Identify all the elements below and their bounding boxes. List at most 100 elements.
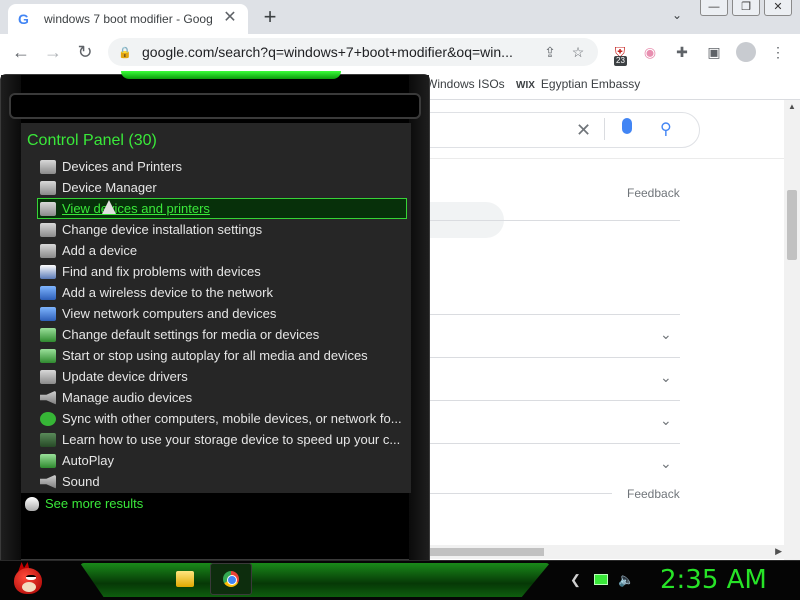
wix-icon: WIX (516, 80, 535, 91)
sync-icon (40, 411, 56, 426)
horizontal-scrollbar[interactable]: ▶ (430, 545, 784, 559)
close-window-button[interactable]: ✕ (764, 0, 792, 16)
tab-close-icon[interactable]: ✕ (222, 10, 238, 27)
start-menu-frame-left (1, 75, 21, 561)
result-item[interactable]: Manage audio devices (37, 387, 407, 408)
result-item[interactable]: Sync with other computers, mobile device… (37, 408, 407, 429)
google-search-box[interactable] (400, 112, 700, 148)
result-item-label: Start or stop using autoplay for all med… (62, 348, 368, 363)
result-item[interactable]: Device Manager (37, 177, 407, 198)
browser-titlebar: G windows 7 boot modifier - Goog ✕ + ⌄ —… (0, 0, 800, 34)
volume-icon[interactable]: 🔈 (618, 572, 634, 588)
taskbar-clock[interactable]: 2:35 AM (660, 565, 767, 595)
result-item[interactable]: View network computers and devices (37, 303, 407, 324)
device-icon (40, 180, 56, 195)
browser-tab[interactable]: G windows 7 boot modifier - Goog ✕ (8, 4, 248, 34)
device-icon (40, 222, 56, 237)
window-controls: — ❐ ✕ (700, 0, 792, 16)
menu-kebab-icon[interactable]: ⋮ (768, 42, 788, 62)
faq-divider (430, 400, 680, 401)
result-item-label: View devices and printers (62, 201, 210, 216)
back-arrow-icon[interactable]: ← (10, 41, 32, 63)
expand-chevron-icon[interactable]: ⌄ (660, 455, 672, 472)
result-item[interactable]: Devices and Printers (37, 156, 407, 177)
media-icon (40, 348, 56, 363)
new-tab-button[interactable]: + (258, 6, 282, 30)
bookmark-star-icon[interactable]: ☆ (568, 44, 588, 61)
address-bar[interactable]: 🔒 google.com/search?q=windows+7+boot+mod… (108, 38, 598, 66)
tab-title: windows 7 boot modifier - Goog (44, 12, 213, 26)
results-list: Devices and Printers Device Manager View d… (37, 156, 407, 492)
tab-search-chevron-icon[interactable]: ⌄ (672, 8, 682, 22)
maximize-button[interactable]: ❐ (732, 0, 760, 16)
device-icon (40, 243, 56, 258)
see-more-results-link[interactable]: See more results (25, 496, 143, 511)
minimize-button[interactable]: — (700, 0, 728, 16)
bird-eye (26, 575, 36, 580)
result-item[interactable]: Add a device (37, 240, 407, 261)
start-menu-frame-right (409, 75, 429, 561)
see-more-label: See more results (45, 496, 144, 511)
expand-chevron-icon[interactable]: ⌄ (660, 326, 672, 343)
result-item[interactable]: Sound (37, 471, 407, 492)
result-item[interactable]: Update device drivers (37, 366, 407, 387)
scrollbar-thumb[interactable] (787, 190, 797, 260)
google-favicon-icon: G (18, 11, 29, 27)
result-item-label: Change default settings for media or dev… (62, 327, 320, 342)
profile-avatar[interactable] (736, 42, 756, 62)
result-item[interactable]: Add a wireless device to the network (37, 282, 407, 303)
side-panel-icon[interactable]: ▣ (704, 42, 724, 62)
clear-search-icon[interactable]: ✕ (576, 120, 591, 141)
start-menu-search-input[interactable] (9, 93, 421, 119)
faq-divider (430, 314, 680, 315)
bookmark-windows-isos[interactable]: Windows ISOs (426, 77, 505, 91)
scroll-right-arrow-icon[interactable]: ▶ (775, 546, 782, 557)
share-icon[interactable]: ⇪ (540, 44, 560, 61)
results-category-header[interactable]: Control Panel (30) (27, 132, 157, 150)
result-item[interactable]: Change device installation settings (37, 219, 407, 240)
feedback-link[interactable]: Feedback (627, 186, 680, 200)
search-icon[interactable]: ⚲ (660, 119, 672, 139)
result-item-label: Change device installation settings (62, 222, 263, 237)
scrollbar-thumb[interactable] (430, 548, 544, 556)
vertical-scrollbar[interactable]: ▲ (784, 100, 800, 560)
microphone-icon[interactable] (622, 118, 632, 134)
device-icon (40, 159, 56, 174)
extension-flag-icon[interactable]: ◉ (640, 42, 660, 62)
result-item-label: Sound (62, 474, 100, 489)
search-results-icon (25, 496, 39, 511)
scroll-up-arrow-icon[interactable]: ▲ (788, 102, 796, 111)
result-item-label: Add a device (62, 243, 138, 258)
result-item-label: Sync with other computers, mobile device… (62, 411, 402, 426)
file-explorer-icon[interactable] (176, 571, 194, 587)
result-item-label: AutoPlay (62, 453, 115, 468)
feedback-link[interactable]: Feedback (627, 487, 680, 501)
result-item[interactable]: Learn how to use your storage device to … (37, 429, 407, 450)
lock-icon[interactable]: 🔒 (118, 46, 134, 59)
expand-chevron-icon[interactable]: ⌄ (660, 412, 672, 429)
result-item-label: View network computers and devices (62, 306, 277, 321)
result-item[interactable]: AutoPlay (37, 450, 407, 471)
reload-icon[interactable]: ↻ (74, 41, 96, 63)
result-item-label: Devices and Printers (62, 159, 182, 174)
result-item-label: Add a wireless device to the network (62, 285, 273, 300)
expand-chevron-icon[interactable]: ⌄ (660, 369, 672, 386)
address-url[interactable]: google.com/search?q=windows+7+boot+modif… (142, 44, 532, 60)
result-item[interactable]: Start or stop using autoplay for all med… (37, 345, 407, 366)
network-icon (40, 306, 56, 321)
forward-arrow-icon[interactable]: → (42, 41, 64, 63)
start-button[interactable] (6, 562, 46, 598)
bookmark-egyptian-embassy[interactable]: WIX Egyptian Embassy (516, 77, 640, 91)
extensions-puzzle-icon[interactable]: ✚ (672, 42, 692, 62)
network-icon[interactable] (594, 574, 608, 585)
taskbar-chrome-button[interactable] (210, 563, 252, 595)
result-item[interactable]: View devices and printers (37, 198, 407, 219)
find-icon (40, 264, 56, 279)
result-item[interactable]: Find and fix problems with devices (37, 261, 407, 282)
faq-divider (430, 357, 680, 358)
mouse-cursor (102, 200, 116, 214)
start-menu-glow (121, 71, 341, 79)
result-item[interactable]: Change default settings for media or dev… (37, 324, 407, 345)
tray-chevron-icon[interactable]: ❮ (570, 572, 581, 588)
faq-divider (430, 443, 680, 444)
